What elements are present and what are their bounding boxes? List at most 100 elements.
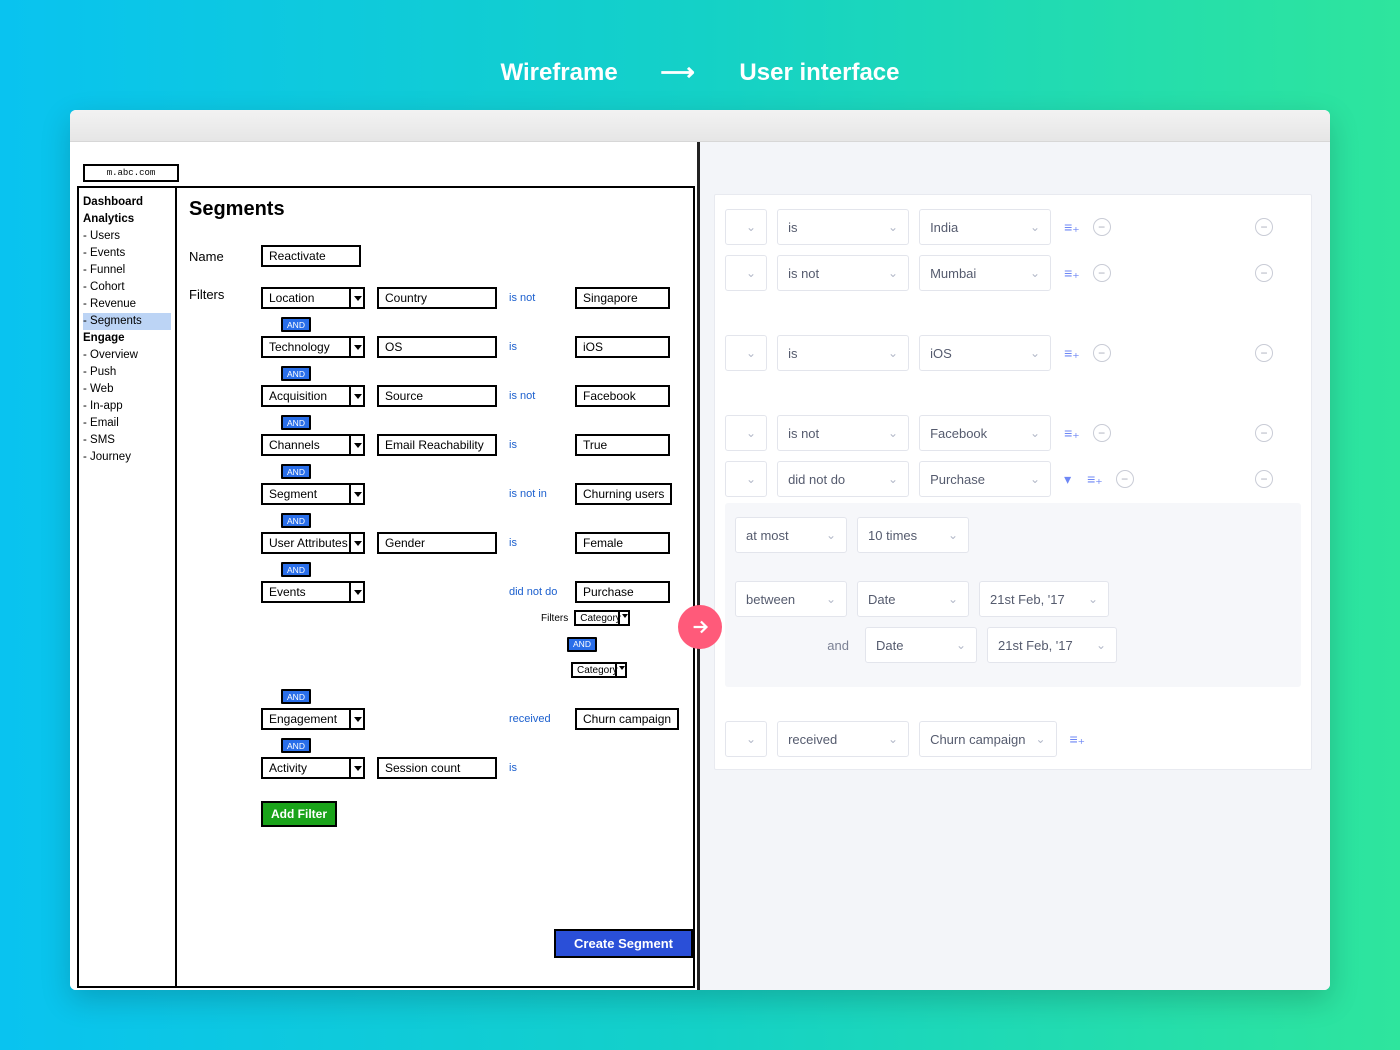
filter-attribute-field[interactable]: Email Reachability [377, 434, 497, 456]
ui-select-operator[interactable]: is not⌄ [777, 415, 909, 451]
filter-attribute-field[interactable]: OS [377, 336, 497, 358]
filter-value-field[interactable]: Churning users [575, 483, 672, 505]
remove-row-icon[interactable]: − [1255, 470, 1273, 488]
remove-icon[interactable]: − [1093, 344, 1111, 362]
ui-select-operator[interactable]: is⌄ [777, 209, 909, 245]
date-mode-select[interactable]: between⌄ [735, 581, 847, 617]
ui-select-operator[interactable]: is not⌄ [777, 255, 909, 291]
filter-icon[interactable]: ▾ [1061, 471, 1074, 488]
sidebar-item-segments[interactable]: Segments [83, 313, 171, 330]
sidebar-item-users[interactable]: Users [83, 228, 171, 245]
filter-operator[interactable]: is not in [509, 488, 565, 500]
filter-value-field[interactable]: Female [575, 532, 670, 554]
ui-select-blank[interactable]: ⌄ [725, 415, 767, 451]
filter-operator[interactable]: is not [509, 292, 565, 304]
sub-filter-dropdown[interactable]: Category [574, 610, 630, 626]
filter-value-field[interactable]: Purchase [575, 581, 670, 603]
ui-select-blank[interactable]: ⌄ [725, 721, 767, 757]
ui-select-blank[interactable]: ⌄ [725, 209, 767, 245]
sidebar-item-email[interactable]: Email [83, 415, 171, 432]
filter-value-field[interactable]: Singapore [575, 287, 670, 309]
filter-operator[interactable]: is [509, 537, 565, 549]
filter-operator[interactable]: is [509, 762, 565, 774]
and-chip[interactable]: AND [281, 317, 311, 332]
add-condition-icon[interactable]: ≡₊ [1061, 345, 1083, 362]
date-value-select[interactable]: 21st Feb, '17⌄ [979, 581, 1109, 617]
filter-category-dropdown[interactable]: Acquisition [261, 385, 365, 407]
filter-category-dropdown[interactable]: Location [261, 287, 365, 309]
filter-category-dropdown[interactable]: Engagement [261, 708, 365, 730]
name-input[interactable]: Reactivate [261, 245, 361, 267]
ui-select-operator[interactable]: is⌄ [777, 335, 909, 371]
filter-operator[interactable]: did not do [509, 586, 565, 598]
filter-value-field[interactable]: iOS [575, 336, 670, 358]
filter-value-field[interactable]: Churn campaign [575, 708, 679, 730]
ui-select-blank[interactable]: ⌄ [725, 461, 767, 497]
sidebar-item-push[interactable]: Push [83, 364, 171, 381]
ui-select-value[interactable]: India⌄ [919, 209, 1051, 245]
ui-select-value[interactable]: Churn campaign⌄ [919, 721, 1056, 757]
sidebar-item-revenue[interactable]: Revenue [83, 296, 171, 313]
filter-category-dropdown[interactable]: Segment [261, 483, 365, 505]
and-chip[interactable]: AND [281, 562, 311, 577]
add-condition-icon[interactable]: ≡₊ [1061, 265, 1083, 282]
sub-and-chip[interactable]: AND [567, 633, 681, 655]
add-condition-icon[interactable]: ≡₊ [1084, 471, 1106, 488]
filter-value-field[interactable]: Facebook [575, 385, 670, 407]
and-chip[interactable]: AND [281, 689, 311, 704]
ui-select-value[interactable]: iOS⌄ [919, 335, 1051, 371]
filter-category-dropdown[interactable]: Technology [261, 336, 365, 358]
sidebar-item-events[interactable]: Events [83, 245, 171, 262]
date-field-select-b[interactable]: Date⌄ [865, 627, 977, 663]
ui-select-operator[interactable]: received⌄ [777, 721, 909, 757]
filter-operator[interactable]: is [509, 439, 565, 451]
filter-attribute-field[interactable]: Session count [377, 757, 497, 779]
filter-operator[interactable]: is not [509, 390, 565, 402]
remove-icon[interactable]: − [1093, 264, 1111, 282]
and-chip[interactable]: AND [281, 366, 311, 381]
filter-category-dropdown[interactable]: User Attributes [261, 532, 365, 554]
sidebar-item-journey[interactable]: Journey [83, 449, 171, 466]
sidebar-item-in-app[interactable]: In-app [83, 398, 171, 415]
ui-select-value[interactable]: Facebook⌄ [919, 415, 1051, 451]
add-condition-icon[interactable]: ≡₊ [1061, 219, 1083, 236]
ui-select-blank[interactable]: ⌄ [725, 335, 767, 371]
and-chip[interactable]: AND [281, 513, 311, 528]
filter-value-field[interactable]: True [575, 434, 670, 456]
sidebar-item-sms[interactable]: SMS [83, 432, 171, 449]
ui-select-value[interactable]: Mumbai⌄ [919, 255, 1051, 291]
remove-row-icon[interactable]: − [1255, 344, 1273, 362]
remove-icon[interactable]: − [1093, 218, 1111, 236]
add-condition-icon[interactable]: ≡₊ [1067, 731, 1089, 748]
sidebar-item-web[interactable]: Web [83, 381, 171, 398]
and-chip[interactable]: AND [281, 738, 311, 753]
and-chip[interactable]: AND [281, 464, 311, 479]
filter-attribute-field[interactable]: Gender [377, 532, 497, 554]
ui-select-blank[interactable]: ⌄ [725, 255, 767, 291]
sidebar-item-funnel[interactable]: Funnel [83, 262, 171, 279]
filter-attribute-field[interactable]: Country [377, 287, 497, 309]
freq-count-select[interactable]: 10 times⌄ [857, 517, 969, 553]
filter-category-dropdown[interactable]: Activity [261, 757, 365, 779]
sub-filter-dropdown[interactable]: Category [571, 662, 627, 678]
ui-select-operator[interactable]: did not do⌄ [777, 461, 909, 497]
date-value-select-b[interactable]: 21st Feb, '17⌄ [987, 627, 1117, 663]
add-condition-icon[interactable]: ≡₊ [1061, 425, 1083, 442]
filter-category-dropdown[interactable]: Channels [261, 434, 365, 456]
remove-row-icon[interactable]: − [1255, 264, 1273, 282]
create-segment-button[interactable]: Create Segment [554, 929, 693, 958]
add-filter-button[interactable]: Add Filter [261, 801, 337, 827]
remove-row-icon[interactable]: − [1255, 218, 1273, 236]
sidebar-item-overview[interactable]: Overview [83, 347, 171, 364]
date-field-select[interactable]: Date⌄ [857, 581, 969, 617]
freq-mode-select[interactable]: at most⌄ [735, 517, 847, 553]
filter-operator[interactable]: received [509, 713, 565, 725]
url-field[interactable]: m.abc.com [83, 164, 179, 182]
filter-attribute-field[interactable]: Source [377, 385, 497, 407]
filter-operator[interactable]: is [509, 341, 565, 353]
remove-row-icon[interactable]: − [1255, 424, 1273, 442]
sidebar-item-cohort[interactable]: Cohort [83, 279, 171, 296]
and-chip[interactable]: AND [281, 415, 311, 430]
ui-select-value[interactable]: Purchase⌄ [919, 461, 1051, 497]
remove-icon[interactable]: − [1093, 424, 1111, 442]
